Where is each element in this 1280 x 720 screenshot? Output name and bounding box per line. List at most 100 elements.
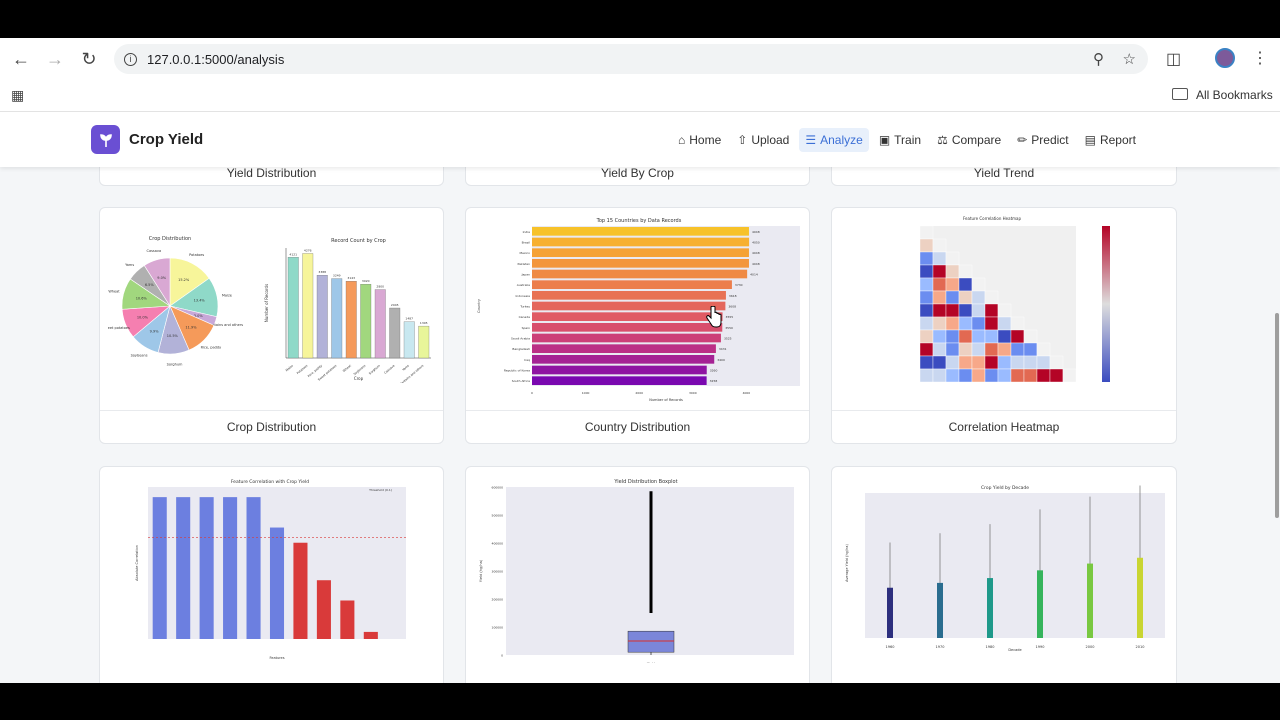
card-correlation-heatmap[interactable]: Feature Correlation Heatmap Correlation … xyxy=(831,207,1177,444)
decade-label: 1980 xyxy=(986,645,995,649)
heatmap-cell xyxy=(958,368,973,383)
bar xyxy=(418,325,430,359)
box-tick: 0 xyxy=(501,654,503,658)
menu-icon[interactable]: ⋮ xyxy=(1252,48,1268,68)
back-icon[interactable]: ← xyxy=(4,42,38,76)
heatmap-cell xyxy=(971,368,986,383)
country-bar xyxy=(532,344,716,353)
nav-train[interactable]: ▣ Train xyxy=(873,128,927,152)
pie-slice-label: 10.5% xyxy=(167,334,179,338)
decade-bar xyxy=(1037,570,1043,638)
nav-compare[interactable]: ⚖ Compare xyxy=(931,128,1007,152)
country-tick: 0 xyxy=(531,391,533,395)
bar xyxy=(287,257,299,359)
country-bar xyxy=(532,312,723,321)
nav-predict[interactable]: ✏ Predict xyxy=(1011,128,1074,152)
feature-title: Feature Correlation with Crop Yield xyxy=(231,479,309,485)
brand-name: Crop Yield xyxy=(129,131,204,148)
heatmap-cell xyxy=(997,368,1012,383)
country-bar-value: 3555 xyxy=(726,315,734,319)
pie-category-label: Wheat xyxy=(108,289,120,293)
pie-category-label: Yams xyxy=(125,263,134,267)
card-yield-boxplot[interactable]: Yield Distribution Boxplot 0 100000 200000 3… xyxy=(465,466,810,683)
pie-slice-label: 10.0% xyxy=(137,316,149,320)
nav-upload[interactable]: ⇧ Upload xyxy=(731,128,795,152)
nav-home[interactable]: ⌂ Home xyxy=(672,128,727,152)
heatmap-cell xyxy=(932,368,947,383)
country-label: Bangladesh xyxy=(512,347,530,351)
heatmap-cell xyxy=(971,355,986,370)
nav-analyze[interactable]: ☰ Analyze xyxy=(799,128,869,152)
profile-avatar[interactable] xyxy=(1215,48,1235,68)
decade-bar xyxy=(987,578,993,638)
country-ylabel: Country xyxy=(477,299,481,313)
heatmap-cell xyxy=(958,316,973,331)
heatmap-cell xyxy=(1049,368,1064,383)
heatmap-cell xyxy=(1062,368,1077,383)
heatmap-cell xyxy=(958,264,973,279)
country-bar-value: 3260 xyxy=(710,369,718,373)
site-info-icon[interactable]: i xyxy=(124,52,137,66)
browser-toolbar: ← → ↻ i 127.0.0.1:5000/analysis ⚲ ☆ ◫ ⋮ xyxy=(0,38,1280,80)
bar-xlabel: Crop xyxy=(354,376,364,381)
heatmap-cell xyxy=(932,355,947,370)
pie-slice-label: 15.2% xyxy=(178,278,190,282)
extensions-icon[interactable]: ◫ xyxy=(1166,49,1181,69)
nav-report[interactable]: ▤ Report xyxy=(1079,128,1142,152)
card-crop-distribution[interactable]: Crop Distribution 15.2% Potatoes 13.4% Maize… xyxy=(99,207,444,444)
heatmap-cell xyxy=(919,303,934,318)
card-country-distribution[interactable]: Top 15 Countries by Data Records 4048 Indi… xyxy=(465,207,810,444)
heatmap-cell xyxy=(932,251,947,266)
country-bar-value: 3525 xyxy=(724,337,732,341)
country-bar-value: 4014 xyxy=(750,273,758,277)
country-label: Republic of Korea xyxy=(504,369,530,373)
address-bar[interactable]: i 127.0.0.1:5000/analysis ⚲ ☆ xyxy=(114,44,1148,74)
heatmap-cell xyxy=(919,368,934,383)
heatmap-cell xyxy=(958,290,973,305)
country-tick: 2000 xyxy=(635,391,643,395)
nav-upload-label: Upload xyxy=(751,133,790,147)
bar-category-label: Cassava xyxy=(383,364,395,375)
scrollbar-thumb[interactable] xyxy=(1275,313,1279,518)
country-bar-value: 4048 xyxy=(752,262,760,266)
heatmap-cell xyxy=(932,303,947,318)
boxplot-title: Yield Distribution Boxplot xyxy=(613,479,677,485)
pie-slice-label: 11.9% xyxy=(185,326,197,330)
sprout-icon xyxy=(91,125,120,154)
wand-icon: ✏ xyxy=(1017,133,1028,147)
pie-category-label: Cassava xyxy=(147,249,162,253)
heatmap-cell xyxy=(932,238,947,253)
country-bar xyxy=(532,237,750,247)
feature-bar xyxy=(293,542,308,639)
bar-value-label: 3143 xyxy=(347,276,355,280)
card-decade-yield[interactable]: Crop Yield by Decade 1960 1970 1980 1990 2000… xyxy=(831,466,1177,683)
country-bar xyxy=(532,323,723,332)
heatmap-cell xyxy=(1023,329,1038,344)
pie-category-label: Maize xyxy=(222,293,232,297)
brand[interactable]: Crop Yield xyxy=(91,125,203,154)
heatmap-cell xyxy=(919,251,934,266)
all-bookmarks-link[interactable]: All Bookmarks xyxy=(1196,88,1273,102)
country-label: South Africa xyxy=(512,379,530,383)
heatmap-cell xyxy=(984,329,999,344)
reload-icon[interactable]: ↻ xyxy=(72,42,106,76)
country-label: Indonesia xyxy=(515,294,530,298)
apps-icon[interactable]: ▦ xyxy=(11,87,24,104)
yield-boxplot-chart: Yield Distribution Boxplot 0 100000 200000 3… xyxy=(476,473,801,663)
page-content: Yield Distribution Yield By Crop Yield T… xyxy=(0,113,1280,683)
star-icon[interactable]: ☆ xyxy=(1123,50,1136,68)
heatmap-cell xyxy=(945,290,960,305)
heatmap-cell xyxy=(1023,368,1038,383)
heatmap-cell xyxy=(945,277,960,292)
zoom-icon[interactable]: ⚲ xyxy=(1093,50,1104,68)
forward-icon[interactable]: → xyxy=(38,42,72,76)
heatmap-colorbar xyxy=(1102,226,1110,382)
url-text[interactable]: 127.0.0.1:5000/analysis xyxy=(147,52,284,67)
card-feature-correlation[interactable]: Feature Correlation with Crop Yield Thres… xyxy=(99,466,444,683)
country-bar-value: 3400 xyxy=(717,358,725,362)
heatmap-cell xyxy=(945,368,960,383)
bar xyxy=(403,321,415,359)
heatmap-cell xyxy=(1010,368,1025,383)
heatmap-cell xyxy=(958,277,973,292)
feature-bar xyxy=(199,497,214,639)
